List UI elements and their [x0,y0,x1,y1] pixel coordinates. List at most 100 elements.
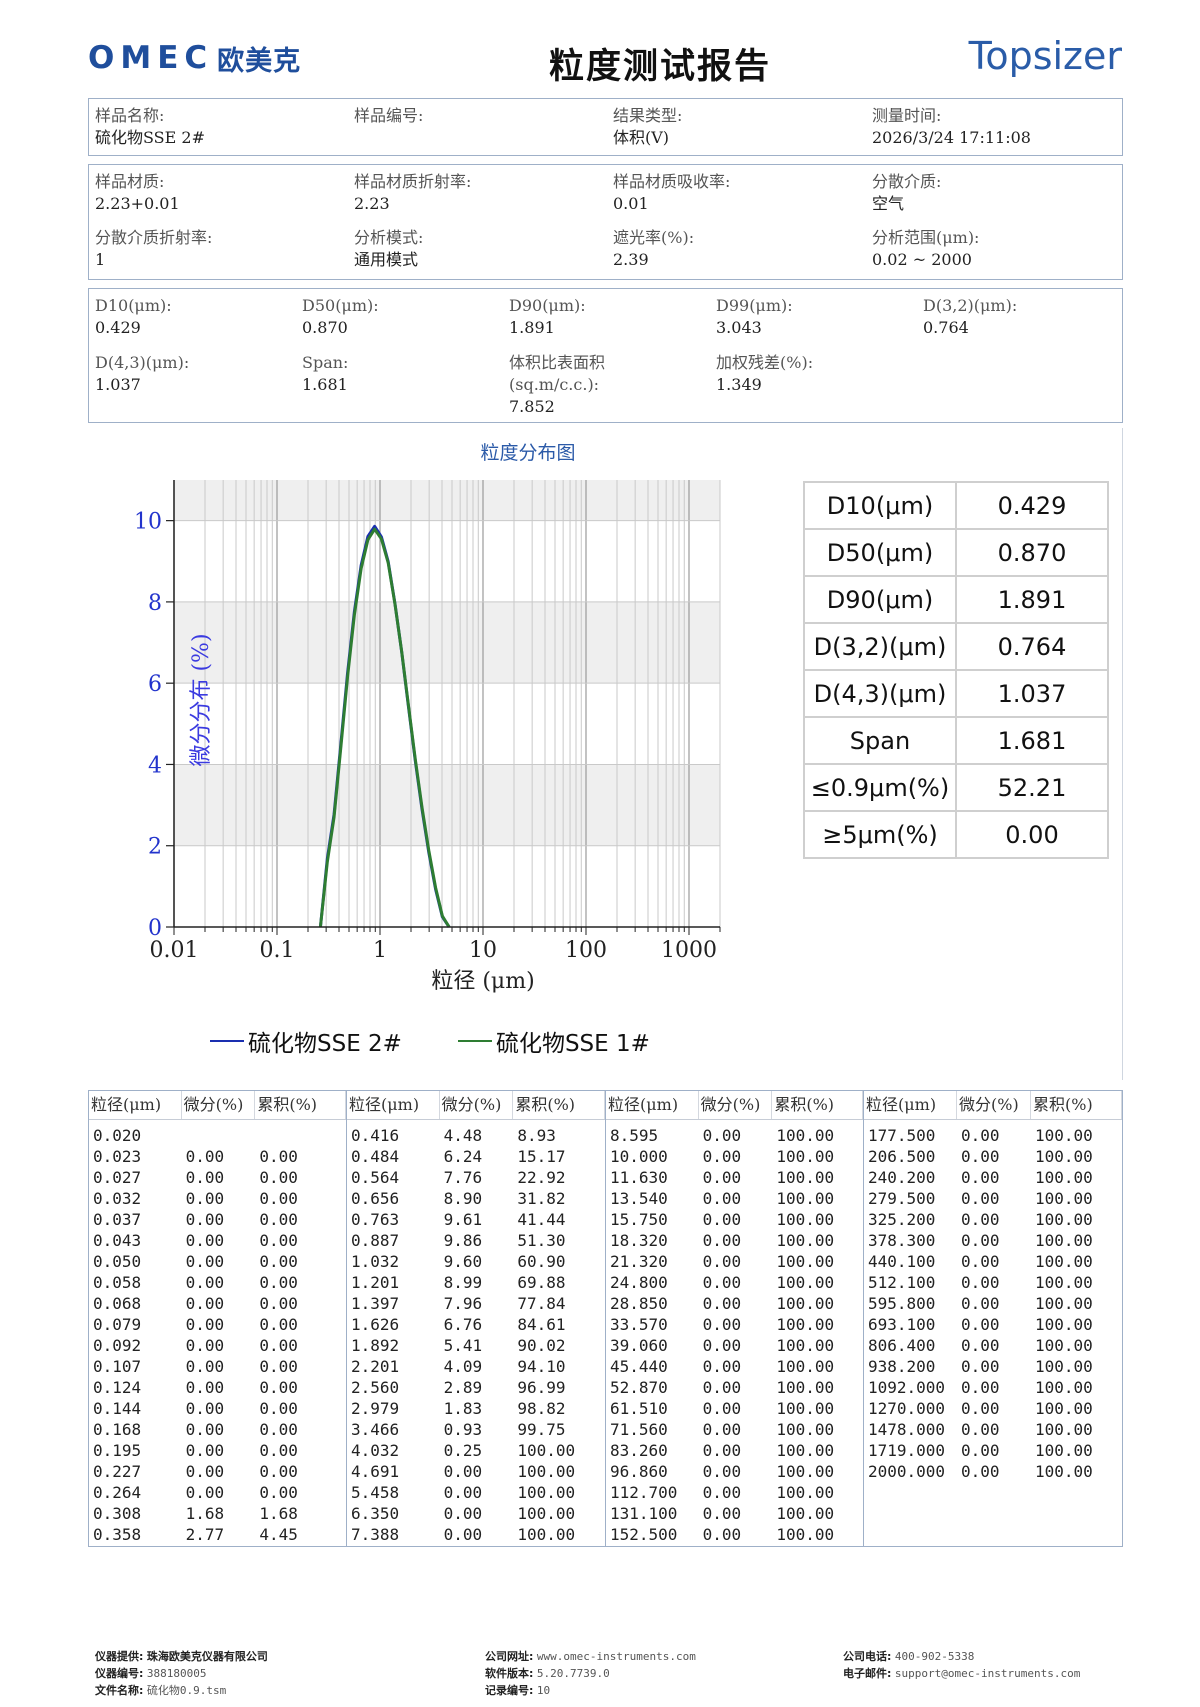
cum-cell: 96.99 [517,1378,566,1397]
footer-serial-label: 仪器编号: [95,1667,144,1680]
diff-cell: 0.00 [702,1147,742,1166]
cum-cell: 100.00 [1035,1315,1093,1334]
size-cell: 440.100 [868,1252,936,1271]
diff-cell: 0.00 [443,1483,483,1502]
cum-cell: 100.00 [1035,1126,1093,1145]
size-cell: 96.860 [610,1462,668,1481]
stats-key: Span [803,716,957,765]
table-row: 1092.000 0.00 100.00 [864,1377,1122,1398]
column-header: 微分(%) [957,1091,1031,1119]
x-tick-label: 100 [565,938,607,963]
medium-value: 空气 [872,194,905,213]
size-cell: 61.510 [610,1399,668,1418]
cum-cell: 100.00 [776,1231,835,1250]
cum-cell: 0.00 [259,1273,298,1292]
diff-cell: 1.68 [185,1504,225,1523]
column-header: 粒径(μm) [606,1091,699,1119]
size-cell: 1719.000 [868,1441,946,1460]
footer-record-label: 记录编号: [485,1684,534,1697]
column-header: 累积(%) [1031,1091,1122,1119]
size-cell: 2000.000 [868,1462,946,1481]
size-cell: 1478.000 [868,1420,946,1439]
table-row: 0.358 2.77 4.45 [89,1524,346,1545]
material-abs-label: 样品材质吸收率: [613,172,731,191]
size-cell: 0.068 [93,1294,142,1313]
diff-cell: 0.00 [961,1441,1000,1460]
ssa-value: 7.852 [509,397,555,416]
cum-cell: 8.93 [517,1126,556,1145]
diff-cell: 0.00 [702,1273,742,1292]
table-row: 0.763 9.61 41.44 [347,1209,605,1230]
diff-cell: 0.00 [702,1336,742,1355]
cum-cell: 0.00 [259,1378,298,1397]
footer-file: 文件名称: 硫化物0.9.tsm [95,1682,268,1699]
size-cell: 1.892 [351,1336,400,1355]
size-cell: 6.350 [351,1504,400,1523]
size-cell: 0.050 [93,1252,142,1271]
cum-cell: 100.00 [776,1504,835,1523]
plot-band [174,480,720,521]
diff-cell: 0.00 [443,1525,483,1544]
size-cell: 21.320 [610,1252,668,1271]
size-cell: 4.691 [351,1462,400,1481]
span-cell: Span: 1.681 [302,352,348,396]
table-row: 0.079 0.00 0.00 [89,1314,346,1335]
size-cell: 0.032 [93,1189,142,1208]
footer-record-value: 10 [536,1684,551,1697]
table-row: 131.100 0.00 100.00 [606,1503,863,1524]
plot-band [174,845,720,927]
footer-provider: 仪器提供: 珠海欧美克仪器有限公司 [95,1648,268,1665]
size-cell: 0.195 [93,1441,142,1460]
diff-cell: 6.76 [443,1315,483,1334]
sample-name-cell: 样品名称: 硫化物SSE 2# [95,105,205,149]
stats-value: 0.429 [955,481,1109,530]
cum-cell: 100.00 [1035,1168,1093,1187]
table-row: 0.023 0.00 0.00 [89,1146,346,1167]
size-cell: 806.400 [868,1336,936,1355]
diff-cell: 8.90 [443,1189,483,1208]
diff-cell: 0.00 [185,1189,225,1208]
analysis-range-cell: 分析范围(μm): 0.02 ~ 2000 [872,227,979,271]
size-cell: 0.058 [93,1273,142,1292]
diff-cell: 0.00 [961,1315,1000,1334]
stats-value: 52.21 [955,763,1109,812]
cum-cell: 0.00 [259,1357,298,1376]
diff-cell: 7.76 [443,1168,483,1187]
table-row: 11.630 0.00 100.00 [606,1167,863,1188]
size-cell: 512.100 [868,1273,936,1292]
diff-cell: 0.00 [702,1294,742,1313]
footer-file-value: 硫化物0.9.tsm [146,1684,227,1697]
cum-cell: 100.00 [776,1483,835,1502]
cum-cell: 100.00 [1035,1441,1093,1460]
stats-value: 1.681 [955,716,1109,765]
data-table-group: 粒径(μm) 微分(%) 累积(%) 8.595 0.00 100.00 10.000 0.0… [606,1091,864,1546]
cum-cell: 60.90 [517,1252,566,1271]
size-cell: 83.260 [610,1441,668,1460]
diff-cell: 7.96 [443,1294,483,1313]
diff-cell: 0.00 [185,1420,225,1439]
diff-cell: 0.00 [443,1504,483,1523]
cum-cell: 41.44 [517,1210,566,1229]
footer-phone: 公司电话: 400-902-5338 [843,1648,1080,1665]
table-row: 0.037 0.00 0.00 [89,1209,346,1230]
cum-cell: 98.82 [517,1399,566,1418]
size-cell: 71.560 [610,1420,668,1439]
table-row: 2.201 4.09 94.10 [347,1356,605,1377]
cum-cell: 100.00 [776,1378,835,1397]
table-row: 0.124 0.00 0.00 [89,1377,346,1398]
cum-cell: 100.00 [776,1126,835,1145]
diff-cell: 0.00 [702,1189,742,1208]
diff-cell: 0.00 [185,1399,225,1418]
analysis-mode-cell: 分析模式: 通用模式 [354,227,423,271]
diff-cell: 4.09 [443,1357,483,1376]
plot-band [174,520,720,602]
diff-cell: 6.24 [443,1147,483,1166]
cum-cell: 1.68 [259,1504,298,1523]
size-cell: 28.850 [610,1294,668,1313]
data-table-header: 粒径(μm) 微分(%) 累积(%) [89,1091,346,1120]
y-tick-label: 2 [148,835,162,860]
size-cell: 0.144 [93,1399,142,1418]
table-row: 8.595 0.00 100.00 [606,1125,863,1146]
diff-cell: 0.00 [702,1126,742,1145]
ssa-label: 体积比表面积(sq.m/c.c.): [509,353,606,394]
